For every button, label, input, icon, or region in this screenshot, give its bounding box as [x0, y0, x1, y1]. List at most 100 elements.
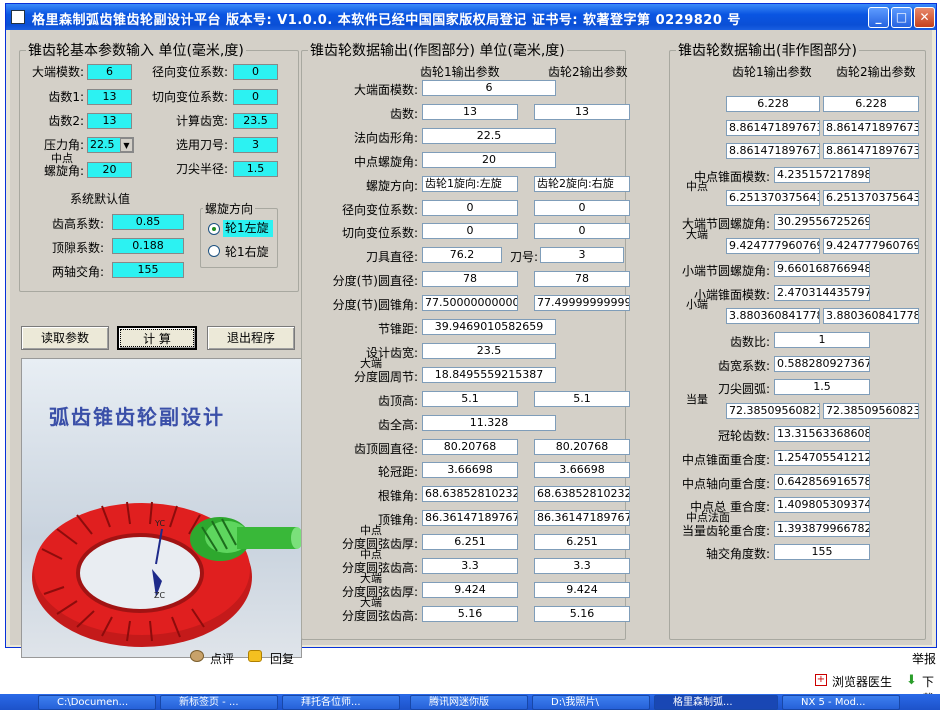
gear1-output-field[interactable]: 3.3 [422, 558, 518, 574]
gear1-output-field[interactable]: 72.3850956082390 [726, 403, 820, 419]
taskbar-item-active[interactable]: 格里森制弧... [654, 695, 778, 710]
gear1-output-field[interactable]: 6.228 [726, 96, 820, 112]
output-field[interactable]: 23.5 [422, 343, 556, 359]
taskbar-item[interactable]: 新标签页 - ... [160, 695, 278, 710]
hand-right-radio[interactable] [208, 245, 220, 257]
gear1-output-field[interactable]: 9.424 [422, 582, 518, 598]
gear2-output-field[interactable]: 3.66698 [534, 462, 630, 478]
taskbar-item[interactable]: D:\我照片\ [532, 695, 650, 710]
output-field[interactable]: 1 [774, 332, 870, 348]
gear2-output-field[interactable]: 9.424 [534, 582, 630, 598]
gear2-output-field[interactable]: 13 [534, 104, 630, 120]
output-field[interactable]: 2.47031443579710 [774, 285, 870, 301]
gear1-output-field[interactable]: 86.3614718976736 [422, 510, 518, 526]
gear1-output-field[interactable]: 3.88036084177850 [726, 308, 820, 324]
gear1-output-field[interactable]: 80.20768 [422, 439, 518, 455]
report-link[interactable]: 举报 [912, 650, 936, 667]
gear2-output-field[interactable]: 9.42477796076930 [823, 238, 919, 254]
read-params-button[interactable]: 读取参数 [21, 326, 109, 350]
plus-icon[interactable]: + [815, 674, 827, 686]
output-field[interactable]: 30.2955672526920 [774, 214, 870, 230]
gear1-output-field[interactable]: 6.251 [422, 534, 518, 550]
radial-shift-input[interactable]: 0 [233, 64, 278, 80]
output-field[interactable]: 22.5 [422, 128, 556, 144]
comment-icon[interactable] [190, 650, 204, 662]
download-arrow-icon[interactable]: ⬇ [906, 673, 917, 688]
clearance-coef-input[interactable]: 0.188 [112, 238, 184, 254]
cutter-no-field[interactable]: 3 [540, 247, 624, 263]
gear2-output-field[interactable]: 6.228 [823, 96, 919, 112]
gear1-output-field[interactable]: 齿轮1旋向:左旋 [422, 176, 518, 192]
teeth1-input[interactable]: 13 [87, 89, 132, 105]
gear2-output-field[interactable]: 86.3614718976736 [534, 510, 630, 526]
cutter-diameter-field[interactable]: 76.2 [422, 247, 502, 263]
gear1-output-field[interactable]: 0 [422, 200, 518, 216]
output-field[interactable]: 0.64285691657850 [774, 474, 870, 490]
taskbar-item[interactable]: 拜托各位师... [282, 695, 400, 710]
gear1-output-field[interactable]: 8.86147189767340 [726, 143, 820, 159]
spiral-input[interactable]: 20 [87, 162, 132, 178]
gear2-output-field[interactable]: 0 [534, 200, 630, 216]
teeth2-input[interactable]: 13 [87, 113, 132, 129]
tangent-shift-input[interactable]: 0 [233, 89, 278, 105]
output-field[interactable]: 20 [422, 152, 556, 168]
gear1-output-field[interactable]: 13 [422, 104, 518, 120]
gear2-output-field[interactable]: 80.20768 [534, 439, 630, 455]
output-field[interactable]: 6 [422, 80, 556, 96]
output-field[interactable]: 11.328 [422, 415, 556, 431]
gear1-output-field[interactable]: 6.25137037564320 [726, 190, 820, 206]
gear2-output-field[interactable]: 77.499999999999 [534, 295, 630, 311]
hand-left-label[interactable]: 轮1左旋 [223, 220, 273, 237]
output-field[interactable]: 39.9469010582659 [422, 319, 556, 335]
gear2-output-field[interactable]: 5.1 [534, 391, 630, 407]
hand-left-radio[interactable] [208, 223, 220, 235]
gear2-output-field[interactable]: 68.6385281023264 [534, 486, 630, 502]
maximize-button[interactable]: □ [891, 7, 912, 28]
gear2-output-field[interactable]: 3.3 [534, 558, 630, 574]
reply-link[interactable]: 回复 [270, 650, 294, 667]
addendum-coef-input[interactable]: 0.85 [112, 214, 184, 230]
taskbar-item[interactable]: C:\Documen... [38, 695, 156, 710]
gear1-output-field[interactable]: 8.86147189767340 [726, 120, 820, 136]
comment-link[interactable]: 点评 [210, 650, 234, 667]
gear2-output-field[interactable]: 72.3850956082390 [823, 403, 919, 419]
output-field[interactable]: 1.40980530937470 [774, 497, 870, 513]
gear2-output-field[interactable]: 5.16 [534, 606, 630, 622]
gear1-output-field[interactable]: 9.42477796076930 [726, 238, 820, 254]
output-field[interactable]: 0.588280927367130 [774, 356, 870, 372]
output-field[interactable]: 13.3156336860880 [774, 426, 870, 442]
gear2-output-field[interactable]: 3.88036084177850 [823, 308, 919, 324]
shaft-angle-input[interactable]: 155 [112, 262, 184, 278]
gear1-output-field[interactable]: 78 [422, 271, 518, 287]
browser-doctor-link[interactable]: 浏览器医生 [832, 673, 892, 690]
gear2-output-field[interactable]: 8.86147189767340 [823, 120, 919, 136]
output-field[interactable]: 1.5 [774, 379, 870, 395]
output-field[interactable]: 1.25470554121200 [774, 450, 870, 466]
calculate-button[interactable]: 计 算 [117, 326, 197, 350]
cutter-no-input[interactable]: 3 [233, 137, 278, 153]
gear1-output-field[interactable]: 5.1 [422, 391, 518, 407]
gear1-output-field[interactable]: 3.66698 [422, 462, 518, 478]
output-field[interactable]: 4.23515721789850 [774, 167, 870, 183]
reply-icon[interactable] [248, 650, 262, 662]
gear1-output-field[interactable]: 77.500000000000 [422, 295, 518, 311]
gear2-output-field[interactable]: 8.86147189767340 [823, 143, 919, 159]
gear2-output-field[interactable]: 78 [534, 271, 630, 287]
tip-radius-input[interactable]: 1.5 [233, 161, 278, 177]
output-field[interactable]: 9.66016876694890 [774, 261, 870, 277]
exit-button[interactable]: 退出程序 [207, 326, 295, 350]
chevron-down-icon[interactable]: ▼ [120, 138, 133, 152]
gear1-output-field[interactable]: 5.16 [422, 606, 518, 622]
gear2-output-field[interactable]: 6.25137037564320 [823, 190, 919, 206]
gear1-output-field[interactable]: 0 [422, 223, 518, 239]
hand-right-label[interactable]: 轮1右旋 [225, 243, 269, 260]
face-width-input[interactable]: 23.5 [233, 113, 278, 129]
output-field[interactable]: 18.8495559215387 [422, 367, 556, 383]
module-input[interactable]: 6 [87, 64, 132, 80]
gear2-output-field[interactable]: 齿轮2旋向:右旋 [534, 176, 630, 192]
gear1-output-field[interactable]: 68.6385281023264 [422, 486, 518, 502]
taskbar-item[interactable]: NX 5 - Mod... [782, 695, 900, 710]
taskbar-item[interactable]: 腾讯网迷你版 [410, 695, 528, 710]
close-button[interactable]: ✕ [914, 7, 935, 28]
minimize-button[interactable]: _ [868, 7, 889, 28]
